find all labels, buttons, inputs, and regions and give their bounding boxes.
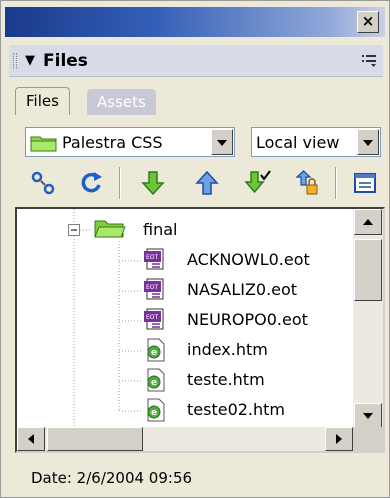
eot-file-icon: EOT — [143, 308, 169, 332]
svg-text:EOT: EOT — [146, 284, 159, 291]
toolbar-separator — [335, 167, 337, 199]
folder-icon — [30, 136, 57, 152]
eot-file-icon: EOT — [143, 248, 169, 272]
check-in-lock-icon[interactable] — [293, 169, 321, 197]
close-button[interactable]: × — [357, 11, 379, 33]
tree-folder-row[interactable]: final — [17, 215, 353, 245]
view-dropdown-value: Local view — [256, 133, 340, 152]
tree-file-row[interactable]: e index.htm — [17, 335, 353, 365]
horizontal-scroll-thumb[interactable] — [47, 427, 143, 451]
site-dropdown[interactable]: Palestra CSS — [25, 127, 235, 157]
svg-text:e: e — [151, 378, 157, 388]
site-dropdown-arrow[interactable] — [211, 129, 233, 155]
tree-file-row[interactable]: EOT ACKNOWL0.eot — [17, 245, 353, 275]
file-tree: final EOT ACKNOWL0.eot EOT NASALIZ0.eot EOT N… — [15, 207, 385, 453]
htm-file-icon: e — [143, 398, 169, 422]
window-title-bar[interactable]: × — [5, 7, 385, 37]
panel-header: ▼ Files — [9, 45, 383, 77]
scroll-left-button[interactable] — [17, 427, 45, 451]
open-folder-icon — [94, 220, 126, 238]
eot-file-icon: EOT — [143, 278, 169, 302]
file-name: index.htm — [187, 340, 268, 359]
tab-assets[interactable]: Assets — [87, 89, 156, 115]
tree-file-row[interactable]: EOT NEUROPO0.eot — [17, 305, 353, 335]
tree-file-row[interactable]: e teste02.htm — [17, 395, 353, 425]
status-date: Date: 2/6/2004 09:56 — [31, 469, 193, 487]
connect-icon[interactable] — [29, 169, 57, 197]
tab-files[interactable]: Files — [15, 87, 70, 115]
view-dropdown[interactable]: Local view — [251, 127, 381, 157]
htm-file-icon: e — [143, 368, 169, 392]
grip-handle[interactable] — [13, 53, 17, 69]
put-arrow-up-icon[interactable] — [193, 169, 221, 197]
view-dropdown-arrow[interactable] — [357, 129, 379, 155]
scroll-down-button[interactable] — [354, 403, 382, 429]
file-tree-list: final EOT ACKNOWL0.eot EOT NASALIZ0.eot EOT N… — [17, 209, 353, 429]
svg-text:EOT: EOT — [146, 314, 159, 321]
get-arrow-down-icon[interactable] — [139, 169, 167, 197]
collapse-triangle-icon[interactable]: ▼ — [25, 53, 35, 68]
file-name: ACKNOWL0.eot — [187, 250, 310, 269]
options-menu-icon[interactable] — [361, 53, 377, 67]
scrollbar-corner — [353, 427, 383, 451]
svg-text:e: e — [151, 408, 157, 418]
file-name: NEUROPO0.eot — [187, 310, 308, 329]
refresh-icon[interactable] — [77, 169, 105, 197]
folder-name: final — [143, 220, 178, 239]
check-out-icon[interactable] — [243, 169, 271, 197]
site-dropdown-value: Palestra CSS — [62, 133, 163, 152]
svg-text:e: e — [151, 348, 157, 358]
toolbar-separator — [119, 167, 121, 199]
files-panel-window: × ▼ Files Files Assets Palestra CSS Loca… — [0, 0, 390, 498]
svg-text:EOT: EOT — [146, 254, 159, 261]
htm-file-icon: e — [143, 338, 169, 362]
horizontal-scrollbar[interactable] — [17, 427, 353, 451]
scroll-up-button[interactable] — [354, 209, 382, 235]
files-toolbar — [21, 165, 385, 201]
collapse-toggle-icon[interactable] — [68, 224, 80, 236]
tree-file-row[interactable]: e teste.htm — [17, 365, 353, 395]
expand-collapse-icon[interactable] — [351, 169, 379, 197]
scroll-right-button[interactable] — [325, 427, 353, 451]
tab-strip: Files Assets — [15, 85, 381, 115]
file-name: teste.htm — [187, 370, 265, 389]
file-name: teste02.htm — [187, 400, 286, 419]
vertical-scrollbar[interactable] — [353, 209, 383, 429]
file-name: NASALIZ0.eot — [187, 280, 298, 299]
panel-title[interactable]: Files — [43, 51, 88, 71]
vertical-scroll-thumb[interactable] — [354, 239, 382, 301]
tree-file-row[interactable]: EOT NASALIZ0.eot — [17, 275, 353, 305]
